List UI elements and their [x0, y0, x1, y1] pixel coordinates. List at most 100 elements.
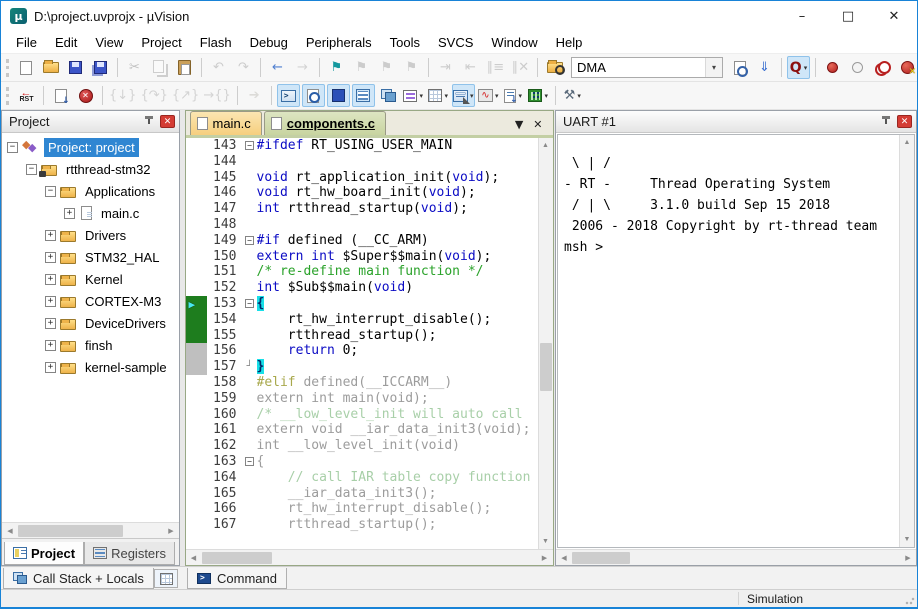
memory-window-button[interactable] [154, 569, 178, 588]
disassembly-window-toggle-button[interactable] [302, 84, 325, 107]
incremental-find-button[interactable]: ⇓ [753, 56, 776, 79]
tab-project[interactable]: Project [4, 542, 84, 565]
step-out-button[interactable]: {↗} [171, 84, 200, 107]
system-viewer-toggle-button[interactable]: ▾ [502, 84, 525, 107]
search-combo[interactable]: ▾ [571, 57, 723, 78]
stop-debug-button[interactable] [74, 84, 97, 107]
run-button[interactable]: ➔ [243, 84, 266, 107]
scroll-up-icon[interactable]: ▲ [539, 138, 553, 153]
registers-window-toggle-button[interactable] [352, 84, 375, 107]
menu-flash[interactable]: Flash [191, 33, 241, 52]
pin-icon[interactable] [879, 115, 893, 129]
scroll-thumb[interactable] [572, 552, 630, 564]
search-combo-input[interactable] [572, 58, 705, 77]
fold-collapse-icon[interactable]: − [245, 457, 254, 466]
insert-breakpoint-button[interactable] [821, 56, 844, 79]
show-next-statement-button[interactable] [49, 84, 72, 107]
pin-icon[interactable] [142, 115, 156, 129]
command-window-toggle-button[interactable] [277, 84, 300, 107]
bookmark-clear-all-button[interactable]: ⚑ [400, 56, 423, 79]
menu-svcs[interactable]: SVCS [429, 33, 482, 52]
uart-console[interactable]: \ | /- RT - Thread Operating System / | … [558, 135, 899, 547]
expander-plus-icon[interactable]: + [45, 362, 56, 373]
expander-plus-icon[interactable]: + [45, 296, 56, 307]
step-into-button[interactable]: {↓} [108, 84, 137, 107]
editor-hscrollbar[interactable]: ◀ ▶ [186, 549, 553, 565]
menu-window[interactable]: Window [482, 33, 546, 52]
menu-project[interactable]: Project [132, 33, 190, 52]
tree-item-kernel[interactable]: +Kernel [2, 268, 179, 290]
tree-item-kernel-sample[interactable]: +kernel-sample [2, 356, 179, 378]
close-document-icon[interactable]: ✕ [533, 118, 542, 131]
serial-window-toggle-button[interactable]: ▾ [452, 84, 475, 107]
tree-item-stm32-hal[interactable]: +STM32_HAL [2, 246, 179, 268]
bookmark-toggle-button[interactable]: ⚑ [325, 56, 348, 79]
tree-item-project-project[interactable]: −Project: project [2, 136, 179, 158]
scroll-left-icon[interactable]: ◀ [2, 524, 18, 538]
memory-window-toggle-button[interactable]: ▾ [427, 84, 450, 107]
combo-dropdown-icon[interactable]: ▾ [705, 58, 722, 77]
tree-item-devicedrivers[interactable]: +DeviceDrivers [2, 312, 179, 334]
menu-edit[interactable]: Edit [46, 33, 86, 52]
scroll-down-icon[interactable]: ▼ [539, 534, 553, 549]
scroll-up-icon[interactable]: ▲ [900, 135, 914, 150]
expander-minus-icon[interactable]: − [45, 186, 56, 197]
scroll-down-icon[interactable]: ▼ [900, 532, 914, 547]
fold-collapse-icon[interactable]: − [245, 236, 254, 245]
find-button[interactable] [728, 56, 751, 79]
watch-window-toggle-button[interactable]: ▾ [402, 84, 425, 107]
expander-plus-icon[interactable]: + [45, 318, 56, 329]
expander-minus-icon[interactable]: − [26, 164, 37, 175]
bookmark-next-button[interactable]: ⚑ [350, 56, 373, 79]
disable-all-breakpoints-button[interactable] [871, 56, 894, 79]
run-to-cursor-button[interactable]: →{} [202, 84, 231, 107]
undo-button[interactable]: ↶ [207, 56, 230, 79]
paste-button[interactable] [173, 56, 196, 79]
scroll-thumb[interactable] [540, 343, 552, 391]
tree-item-finsh[interactable]: +finsh [2, 334, 179, 356]
indent-button[interactable]: ⇥ [434, 56, 457, 79]
redo-button[interactable]: ↷ [232, 56, 255, 79]
maximize-button[interactable]: □ [825, 1, 871, 31]
minimize-button[interactable]: – [779, 1, 825, 31]
tree-item-cortex-m3[interactable]: +CORTEX-M3 [2, 290, 179, 312]
tree-item-drivers[interactable]: +Drivers [2, 224, 179, 246]
close-button[interactable]: ✕ [871, 1, 917, 31]
save-button[interactable] [64, 56, 87, 79]
outdent-button[interactable]: ⇤ [459, 56, 482, 79]
menu-view[interactable]: View [86, 33, 132, 52]
expander-plus-icon[interactable]: + [45, 230, 56, 241]
fold-collapse-icon[interactable]: − [245, 141, 254, 150]
menu-debug[interactable]: Debug [241, 33, 297, 52]
tab-components-c[interactable]: components.c [264, 111, 386, 135]
expander-plus-icon[interactable]: + [64, 208, 75, 219]
quick-search-button[interactable]: Q▾ [787, 56, 810, 79]
scroll-right-icon[interactable]: ▶ [537, 551, 553, 565]
menu-help[interactable]: Help [547, 33, 592, 52]
open-file-button[interactable] [39, 56, 62, 79]
expander-minus-icon[interactable]: − [7, 142, 18, 153]
symbol-window-toggle-button[interactable] [327, 84, 350, 107]
uncomment-selection-button[interactable]: ∥✕ [509, 56, 532, 79]
project-hscrollbar[interactable]: ◀ ▶ [2, 522, 179, 538]
tree-item-rtthread-stm32[interactable]: −rtthread-stm32 [2, 158, 179, 180]
scroll-left-icon[interactable]: ◀ [186, 551, 202, 565]
scroll-right-icon[interactable]: ▶ [163, 524, 179, 538]
expander-plus-icon[interactable]: + [45, 252, 56, 263]
resize-grip[interactable] [905, 595, 915, 605]
document-list-icon[interactable]: ▼ [515, 118, 523, 131]
scroll-thumb[interactable] [18, 525, 123, 537]
navigate-back-button[interactable]: ← [266, 56, 289, 79]
logic-analyzer-toggle-button[interactable]: ∿▾ [477, 84, 500, 107]
scroll-left-icon[interactable]: ◀ [556, 551, 572, 565]
scroll-right-icon[interactable]: ▶ [900, 551, 916, 565]
tab-registers[interactable]: Registers [84, 542, 175, 565]
tab-command[interactable]: Command [187, 568, 287, 589]
tab-call-stack-locals[interactable]: Call Stack + Locals [3, 568, 154, 589]
navigate-forward-button[interactable]: → [291, 56, 314, 79]
kill-all-breakpoints-button[interactable] [896, 56, 918, 79]
fold-collapse-icon[interactable]: − [245, 299, 254, 308]
call-stack-window-toggle-button[interactable] [377, 84, 400, 107]
menu-peripherals[interactable]: Peripherals [297, 33, 381, 52]
find-in-files-button[interactable] [543, 56, 566, 79]
